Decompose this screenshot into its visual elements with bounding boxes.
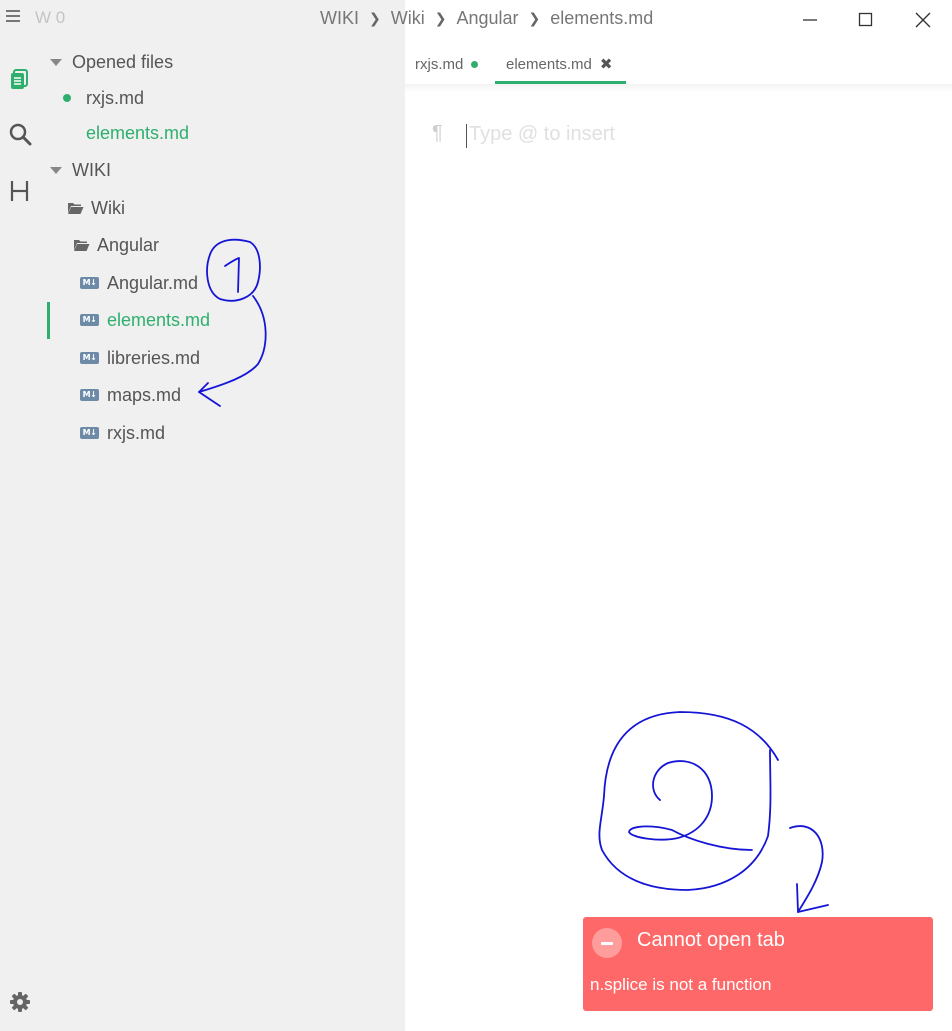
- breadcrumb-item[interactable]: WIKI: [320, 8, 359, 29]
- file-item-rxjs-md[interactable]: M↓ rxjs.md: [80, 418, 165, 448]
- text-cursor: [466, 124, 467, 148]
- error-toast[interactable]: Cannot open tab n.splice is not a functi…: [583, 917, 933, 1011]
- sidebar: W 0 Opened files rxjs.md elements.md WIK…: [0, 0, 405, 1031]
- wiki-root-label: WIKI: [72, 159, 111, 180]
- breadcrumb-item[interactable]: Wiki: [391, 8, 425, 29]
- file-item-libreries-md[interactable]: M↓ libreries.md: [80, 343, 200, 373]
- editor-top-shadow: [405, 84, 952, 92]
- markdown-icon: M↓: [80, 352, 99, 364]
- search-icon[interactable]: [7, 121, 33, 147]
- unsaved-dot-icon: [63, 94, 71, 102]
- headings-icon[interactable]: [7, 178, 33, 204]
- error-icon: [592, 928, 622, 958]
- chevron-down-icon: [50, 58, 62, 66]
- file-label: maps.md: [107, 384, 182, 405]
- active-file-indicator: [47, 302, 50, 339]
- tab-label: rxjs.md: [415, 55, 464, 73]
- files-icon[interactable]: [7, 66, 33, 92]
- file-label: rxjs.md: [107, 422, 165, 443]
- toast-message: n.splice is not a function: [590, 975, 772, 994]
- editor-placeholder[interactable]: Type @ to insert: [469, 123, 615, 146]
- file-label: elements.md: [107, 309, 211, 330]
- markdown-icon: M↓: [80, 277, 99, 289]
- opened-file-item[interactable]: rxjs.md: [63, 83, 144, 113]
- annotation-2-arrow: [789, 825, 824, 913]
- annotation-2-digit: [628, 760, 753, 851]
- opened-files-header[interactable]: Opened files: [50, 47, 173, 77]
- close-icon[interactable]: ✖: [600, 55, 613, 73]
- annotation-2-arrowhead: [796, 883, 829, 913]
- file-label: Angular.md: [107, 272, 199, 293]
- folder-label: Angular: [97, 234, 160, 255]
- chevron-right-icon: ❯: [369, 10, 381, 26]
- wiki-root-header[interactable]: WIKI: [50, 155, 111, 185]
- gear-icon[interactable]: [9, 991, 31, 1013]
- markdown-icon: M↓: [80, 389, 99, 401]
- tab-bar: rxjs.md elements.md ✖: [405, 44, 952, 84]
- chevron-down-icon: [50, 166, 62, 174]
- opened-file-item-active[interactable]: elements.md: [86, 118, 189, 148]
- opened-file-label: elements.md: [86, 122, 190, 143]
- folder-item-angular[interactable]: Angular: [73, 230, 159, 260]
- folder-label: Wiki: [91, 197, 125, 218]
- opened-files-label: Opened files: [72, 51, 174, 72]
- markdown-icon: M↓: [80, 427, 99, 439]
- folder-open-icon: [74, 240, 90, 251]
- tab-label: elements.md: [506, 55, 592, 73]
- file-item-maps-md[interactable]: M↓ maps.md: [80, 380, 181, 410]
- chevron-right-icon: ❯: [434, 10, 447, 26]
- annotation-2-circle: [598, 711, 779, 891]
- breadcrumb: WIKI ❯ Wiki ❯ Angular ❯ elements.md: [320, 8, 653, 29]
- breadcrumb-item[interactable]: Angular: [456, 8, 518, 29]
- menu-icon[interactable]: [6, 10, 22, 26]
- file-item-angular-md[interactable]: M↓ Angular.md: [80, 268, 198, 298]
- maximize-button[interactable]: [851, 6, 881, 34]
- paragraph-icon[interactable]: ¶: [432, 122, 443, 145]
- markdown-icon: M↓: [80, 314, 99, 326]
- file-item-elements-md[interactable]: M↓ elements.md: [80, 305, 210, 335]
- tab-elements-md[interactable]: elements.md ✖: [506, 44, 612, 84]
- close-window-button[interactable]: [908, 6, 938, 34]
- workspace-count: W 0: [35, 8, 66, 27]
- chevron-right-icon: ❯: [528, 10, 541, 26]
- opened-file-label: rxjs.md: [86, 87, 144, 108]
- minimize-button[interactable]: [795, 6, 825, 34]
- file-label: libreries.md: [107, 347, 201, 368]
- tab-rxjs-md[interactable]: rxjs.md: [415, 44, 479, 84]
- folder-open-icon: [68, 203, 84, 214]
- toast-title: Cannot open tab: [637, 929, 785, 951]
- breadcrumb-item[interactable]: elements.md: [550, 8, 653, 29]
- folder-item-wiki[interactable]: Wiki: [67, 193, 125, 223]
- unsaved-dot-icon: [471, 60, 479, 68]
